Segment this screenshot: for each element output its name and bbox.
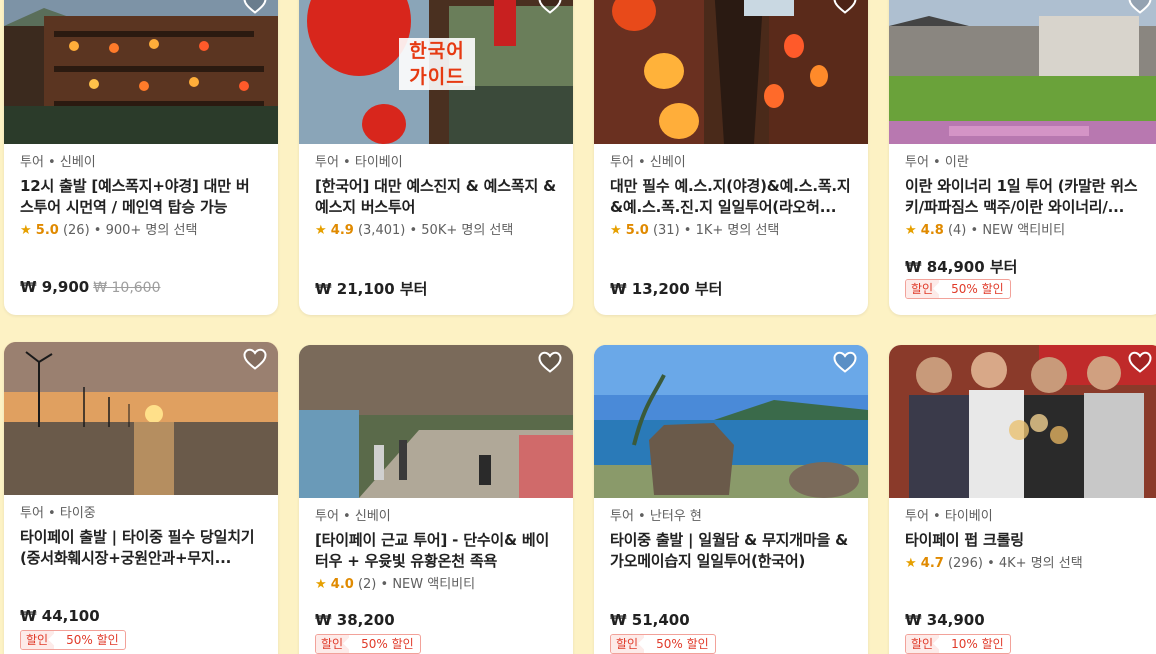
discount-badge: 할인 50% 할인 [905,279,1011,299]
rating-value: 4.0 [330,577,354,592]
activity-category: 투어 • 이란 [905,155,969,170]
activity-image [299,345,573,498]
activity-title[interactable]: [한국어] 대만 예스진지 & 예스폭지 & 예스지 버스투어 [315,176,557,218]
review-count: (3,401) [357,223,406,238]
activity-title[interactable]: 타이중 출발 | 일월담 & 무지개마을 & 가오메이습지 일일투어(한국어) [610,530,852,572]
activity-category: 투어 • 난터우 현 [610,509,702,524]
discount-value: 50% 할인 [361,637,414,651]
wishlist-heart-icon[interactable] [242,0,268,15]
activity-category: 투어 • 신베이 [610,155,686,170]
wishlist-heart-icon[interactable] [832,350,858,374]
star-icon: ★ [905,556,917,571]
activity-price: ₩ 9,900 ₩ 10,600 [20,278,161,296]
activity-card[interactable]: 투어 • 신베이 대만 필수 예.스.지(야경)&예.스.폭.지&예.스.폭.진… [594,0,868,315]
activity-card[interactable]: 한국어 가이드 투어 • 타이베이 [한국어] 대만 예스진지 & 예스폭지 &… [299,0,573,315]
rating-value: 4.9 [330,223,354,238]
wishlist-heart-icon[interactable] [537,0,563,15]
wishlist-heart-icon[interactable] [1127,350,1153,374]
discount-value: 50% 할인 [656,637,709,651]
original-price: ₩ 10,600 [93,280,161,296]
wishlist-heart-icon[interactable] [1127,0,1153,15]
activity-image [594,0,868,144]
popularity-text: • 4K+ 명의 선택 [982,556,1083,571]
activity-category: 투어 • 신베이 [20,155,96,170]
rating-value: 4.8 [920,223,944,238]
rating-value: 4.7 [920,556,944,571]
activity-card[interactable]: 투어 • 신베이 12시 출발 [예스폭지+야경] 대만 버스투어 시먼역 / … [4,0,278,315]
activity-rating-row: ★ 5.0 (31) • 1K+ 명의 선택 [610,222,852,240]
activity-title[interactable]: 대만 필수 예.스.지(야경)&예.스.폭.지&예.스.폭.진.지 일일투어(라… [610,176,852,218]
wishlist-heart-icon[interactable] [537,350,563,374]
popularity-text: • NEW 액티비티 [966,223,1066,238]
activity-price: ₩ 21,100 부터 [315,280,428,298]
wishlist-heart-icon[interactable] [242,347,268,371]
activity-category: 투어 • 타이베이 [905,509,993,524]
review-count: (296) [947,556,983,571]
popularity-text: • 50K+ 명의 선택 [405,223,514,238]
activity-price: ₩ 51,400 [610,611,690,629]
star-icon: ★ [20,223,32,238]
star-icon: ★ [905,223,917,238]
star-icon: ★ [610,223,622,238]
activity-image [594,345,868,498]
discount-label: 할인 [906,635,940,653]
activity-rating-row: ★ 4.9 (3,401) • 50K+ 명의 선택 [315,222,557,240]
activity-title[interactable]: 타이페이 펍 크롤링 [905,530,1147,551]
activity-card[interactable]: 투어 • 난터우 현 타이중 출발 | 일월담 & 무지개마을 & 가오메이습지… [594,345,868,654]
activity-price: ₩ 34,900 [905,611,985,629]
price-value: ₩ 9,900 [20,278,90,296]
discount-value: 50% 할인 [66,633,119,647]
guide-overlay: 한국어 가이드 [409,40,465,88]
discount-label: 할인 [906,280,940,298]
activity-category: 투어 • 타이중 [20,506,96,521]
activity-card[interactable]: 투어 • 타이베이 타이페이 펍 크롤링 ★ 4.7 (296) • 4K+ 명… [889,345,1156,654]
popularity-text: • NEW 액티비티 [376,577,476,592]
activity-price: ₩ 44,100 [20,607,100,625]
activity-image: 한국어 가이드 [299,0,573,144]
discount-badge: 할인 10% 할인 [905,634,1011,654]
activity-title[interactable]: 12시 출발 [예스폭지+야경] 대만 버스투어 시먼역 / 메인역 탑승 가능 [20,176,262,218]
activity-category: 투어 • 타이베이 [315,155,403,170]
wishlist-heart-icon[interactable] [832,0,858,15]
discount-value: 50% 할인 [951,282,1004,296]
discount-badge: 할인 50% 할인 [610,634,716,654]
popularity-text: • 1K+ 명의 선택 [679,223,780,238]
activity-title[interactable]: [타이페이 근교 투어] - 단수이& 베이터우 + 우윳빛 유황온천 족욕 [315,530,557,572]
activity-rating-row: ★ 5.0 (26) • 900+ 명의 선택 [20,222,262,240]
activity-rating-row: ★ 4.8 (4) • NEW 액티비티 [905,222,1147,240]
activity-price: ₩ 38,200 [315,611,395,629]
activity-title[interactable]: 타이페이 출발 | 타이중 필수 당일치기 (중서화훼시장+궁원안과+무지... [20,527,262,569]
review-count: (26) [62,223,90,238]
activity-card[interactable]: 투어 • 타이중 타이페이 출발 | 타이중 필수 당일치기 (중서화훼시장+궁… [4,342,278,654]
discount-badge: 할인 50% 할인 [315,634,421,654]
review-count: (31) [652,223,680,238]
activity-image [889,345,1156,498]
discount-label: 할인 [316,635,350,653]
activity-image [889,0,1156,144]
activity-category: 투어 • 신베이 [315,509,391,524]
activity-image [4,342,278,495]
popularity-text: • 900+ 명의 선택 [89,223,198,238]
review-count: (4) [947,223,967,238]
activity-rating-row: ★ 4.0 (2) • NEW 액티비티 [315,576,557,594]
activity-image [4,0,278,144]
discount-label: 할인 [611,635,645,653]
star-icon: ★ [315,577,327,592]
discount-value: 10% 할인 [951,637,1004,651]
activity-card[interactable]: 투어 • 이란 이란 와이너리 1일 투어 (카말란 위스키/파파짐스 맥주/이… [889,0,1156,315]
activity-price: ₩ 84,900 부터 [905,258,1018,276]
activity-card[interactable]: 투어 • 신베이 [타이페이 근교 투어] - 단수이& 베이터우 + 우윳빛 … [299,345,573,654]
activity-rating-row: ★ 4.7 (296) • 4K+ 명의 선택 [905,555,1147,573]
discount-label: 할인 [21,631,55,649]
star-icon: ★ [315,223,327,238]
activity-price: ₩ 13,200 부터 [610,280,723,298]
discount-badge: 할인 50% 할인 [20,630,126,650]
activity-title[interactable]: 이란 와이너리 1일 투어 (카말란 위스키/파파짐스 맥주/이란 와이너리/.… [905,176,1147,218]
rating-value: 5.0 [35,223,59,238]
review-count: (2) [357,577,377,592]
rating-value: 5.0 [625,223,649,238]
